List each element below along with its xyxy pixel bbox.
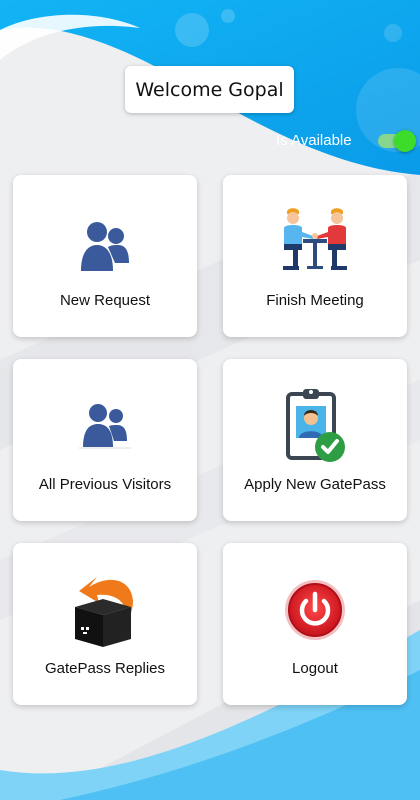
finish-meeting-tile[interactable]: Finish Meeting (223, 175, 407, 337)
power-icon (285, 580, 345, 640)
tile-label: All Previous Visitors (38, 476, 172, 493)
toggle-thumb (394, 130, 416, 152)
availability-toggle[interactable] (376, 130, 416, 152)
tile-label: Logout (292, 660, 338, 677)
tile-label: GatePass Replies (44, 660, 166, 677)
tile-label: Finish Meeting (266, 292, 364, 309)
gatepass-replies-tile[interactable]: GatePass Replies (13, 543, 197, 705)
visitors-icon (79, 404, 131, 449)
welcome-banner: Welcome Gopal (125, 66, 294, 113)
tile-label: Apply New GatePass (244, 476, 386, 493)
apply-gatepass-tile[interactable]: Apply New GatePass (223, 359, 407, 521)
reply-box-icon (75, 577, 133, 647)
previous-visitors-tile[interactable]: All Previous Visitors (13, 359, 197, 521)
gatepass-badge-icon (286, 389, 345, 462)
new-request-tile[interactable]: New Request (13, 175, 197, 337)
people-icon (81, 222, 129, 271)
meeting-icon (283, 208, 347, 270)
tile-label: New Request (59, 292, 151, 309)
logout-tile[interactable]: Logout (223, 543, 407, 705)
availability-label: Is Available (276, 132, 352, 149)
